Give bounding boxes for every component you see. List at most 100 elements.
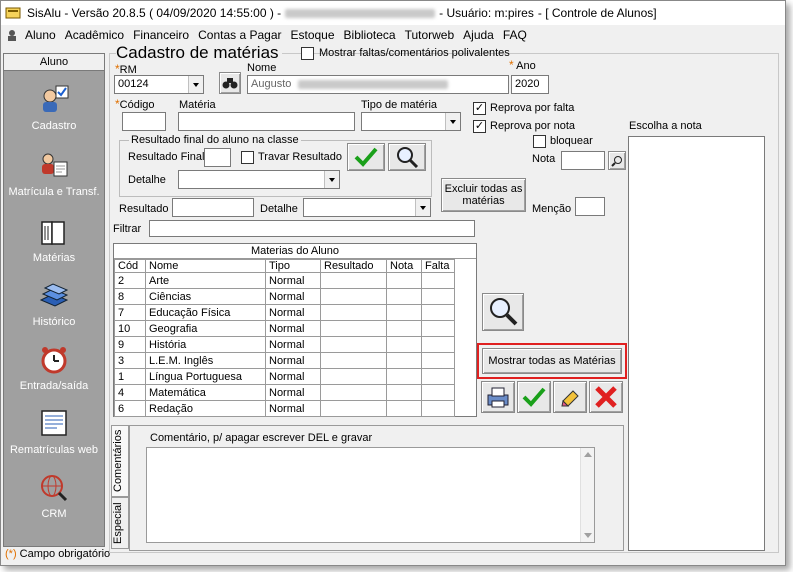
sidebar-item-rematriculas-web[interactable]: Rematrículas web [4, 408, 104, 456]
column-header[interactable]: Nota [386, 259, 422, 273]
sidebar-header[interactable]: Aluno [4, 54, 104, 71]
codigo-field[interactable] [122, 112, 166, 131]
column-header[interactable]: Resultado [320, 259, 387, 273]
cell-resultado [320, 400, 387, 417]
search-all-button[interactable] [482, 293, 524, 331]
check-icon [354, 147, 378, 167]
cell-tipo: Normal [265, 304, 321, 321]
comment-textarea[interactable] [146, 447, 595, 543]
table-row[interactable]: 7 Educação Física Normal [114, 304, 455, 321]
excluir-todas-button[interactable]: Excluir todas as matérias [441, 178, 526, 212]
table-row[interactable]: 1 Língua Portuguesa Normal [114, 368, 455, 385]
delete-button[interactable] [589, 381, 623, 413]
materia-field[interactable] [178, 112, 355, 131]
bloquear-checkbox[interactable] [533, 135, 546, 148]
tipo-materia-select[interactable] [361, 112, 461, 131]
clear-button[interactable] [553, 381, 587, 413]
sidebar-item-label: Cadastro [31, 120, 77, 132]
sidebar-item-crm[interactable]: CRM [4, 472, 104, 520]
column-header[interactable]: Falta [421, 259, 455, 273]
chevron-down-icon[interactable] [188, 76, 203, 93]
reprova-nota-checkbox[interactable]: ✓ [473, 120, 486, 133]
chevron-down-icon[interactable] [445, 113, 460, 130]
tab-especial[interactable]: Especial [111, 497, 129, 549]
search-result-button[interactable] [388, 143, 426, 171]
filtrar-field[interactable] [149, 220, 475, 237]
cell-cod: 4 [114, 384, 146, 401]
menu-financeiro[interactable]: Financeiro [133, 28, 189, 42]
search-icon [490, 298, 518, 326]
confirm-result-button[interactable] [347, 143, 385, 171]
materias-grid[interactable]: Materias do Aluno Cód Nome Tipo Resultad… [113, 243, 477, 417]
window-title-module: - [ Controle de Alunos] [537, 6, 657, 20]
cell-resultado [320, 384, 387, 401]
table-row[interactable]: 6 Redação Normal [114, 400, 455, 417]
system-icon[interactable] [5, 28, 19, 42]
cell-resultado [320, 336, 387, 353]
save-button[interactable] [517, 381, 551, 413]
cell-tipo: Normal [265, 400, 321, 417]
cell-tipo: Normal [265, 320, 321, 337]
column-header[interactable]: Cód [114, 259, 146, 273]
detalhe2-select[interactable] [303, 198, 431, 217]
scroll-down-icon[interactable] [584, 533, 592, 538]
required-mark: (*) [5, 548, 17, 560]
detalhe-select[interactable] [178, 170, 340, 189]
required-note: Campo obrigatório [19, 548, 111, 560]
page-title: Cadastro de matérias [116, 43, 282, 63]
cell-nome: Educação Física [145, 304, 266, 321]
table-row[interactable]: 9 História Normal [114, 336, 455, 353]
cell-cod: 8 [114, 288, 146, 305]
grid-title: Materias do Aluno [114, 244, 476, 259]
resultado-final-field[interactable] [204, 148, 231, 167]
codigo-label: *Código [115, 97, 155, 111]
chevron-down-icon[interactable] [415, 199, 430, 216]
menu-tutorweb[interactable]: Tutorweb [405, 28, 455, 42]
menu-biblioteca[interactable]: Biblioteca [344, 28, 396, 42]
table-row[interactable]: 2 Arte Normal [114, 272, 455, 289]
column-header[interactable]: Nome [145, 259, 266, 273]
sidebar-item-label: Matérias [32, 252, 76, 264]
column-header[interactable]: Tipo [265, 259, 321, 273]
scroll-up-icon[interactable] [584, 452, 592, 457]
menu-faq[interactable]: FAQ [503, 28, 527, 42]
mencao-field[interactable] [575, 197, 605, 216]
rm-combo[interactable]: 00124 [114, 75, 204, 94]
sidebar-item-materias[interactable]: Matérias [4, 216, 104, 264]
menu-aluno[interactable]: Aluno [25, 28, 56, 42]
table-row[interactable]: 3 L.E.M. Inglês Normal [114, 352, 455, 369]
nota-lookup-button[interactable] [608, 151, 626, 170]
menu-academico[interactable]: Acadêmico [65, 28, 124, 42]
show-faults-checkbox[interactable] [301, 47, 314, 60]
nota-field[interactable] [561, 151, 605, 170]
sidebar-item-matricula[interactable]: Matrícula e Transf. [4, 150, 104, 198]
table-row[interactable]: 10 Geografia Normal [114, 320, 455, 337]
cell-tipo: Normal [265, 368, 321, 385]
resultado-field[interactable] [172, 198, 254, 217]
cell-falta [421, 272, 455, 289]
tab-comentarios[interactable]: Comentários [111, 425, 129, 497]
menu-ajuda[interactable]: Ajuda [463, 28, 494, 42]
menu-contas-a-pagar[interactable]: Contas a Pagar [198, 28, 281, 42]
table-row[interactable]: 4 Matemática Normal [114, 384, 455, 401]
escolha-nota-list[interactable] [628, 136, 765, 551]
mostrar-todas-materias-button[interactable]: Mostrar todas as Matérias [482, 348, 622, 374]
sidebar-item-cadastro[interactable]: Cadastro [4, 84, 104, 132]
binoculars-search-button[interactable] [219, 72, 241, 94]
menu-estoque[interactable]: Estoque [291, 28, 335, 42]
nome-field[interactable]: Augusto [247, 75, 509, 94]
reprova-falta-label: Reprova por falta [490, 102, 575, 114]
table-row[interactable]: 8 Ciências Normal [114, 288, 455, 305]
chevron-down-icon[interactable] [324, 171, 339, 188]
cell-nota [386, 320, 422, 337]
travar-resultado-label: Travar Resultado [258, 151, 342, 163]
reprova-falta-checkbox[interactable]: ✓ [473, 102, 486, 115]
sidebar-item-historico[interactable]: Histórico [4, 280, 104, 328]
travar-resultado-checkbox[interactable] [241, 151, 254, 164]
print-button[interactable] [481, 381, 515, 413]
cell-resultado [320, 288, 387, 305]
sidebar-item-entrada-saida[interactable]: Entrada/saída [4, 344, 104, 392]
nota-label: Nota [532, 153, 556, 165]
ano-field[interactable]: 2020 [511, 75, 549, 94]
comment-scrollbar[interactable] [580, 448, 594, 542]
